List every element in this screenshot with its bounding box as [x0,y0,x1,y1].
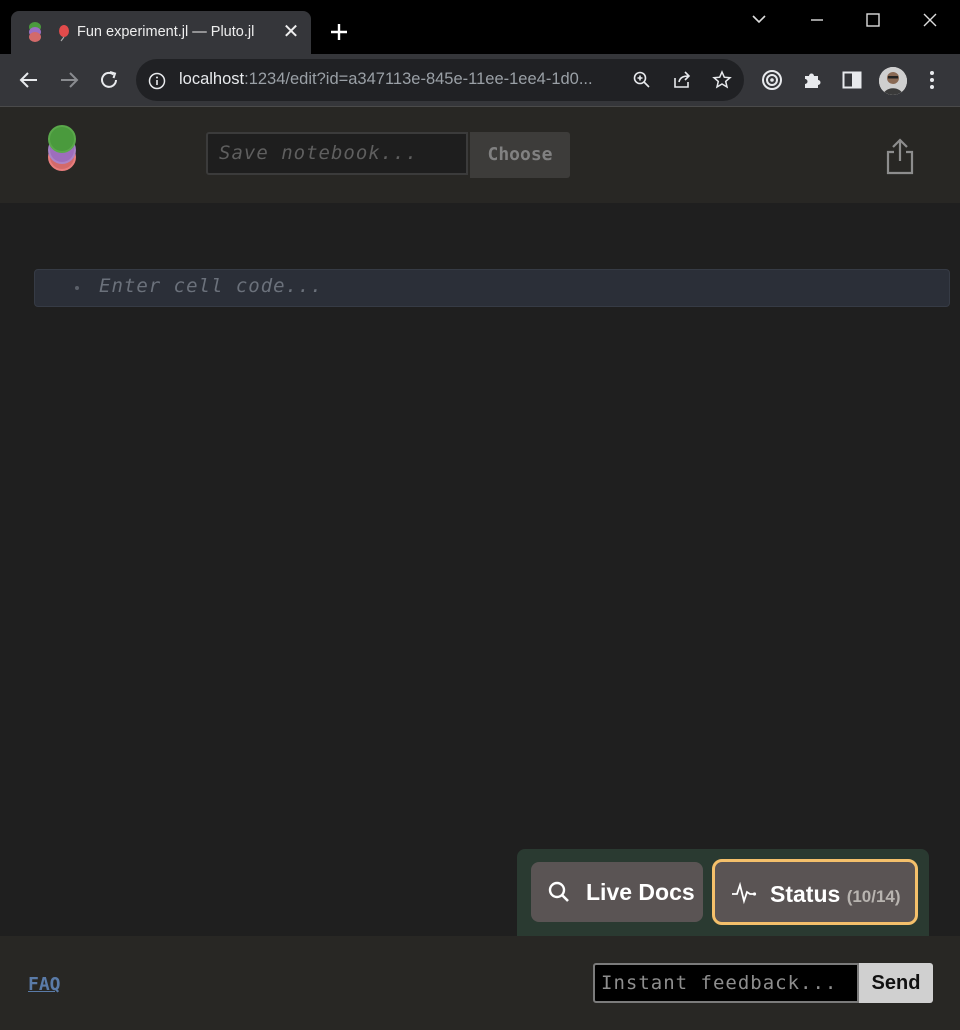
url-text: localhost:1234/edit?id=a347113e-845e-11e… [179,70,593,88]
new-tab-icon[interactable] [326,19,352,45]
export-icon[interactable] [884,137,916,175]
cell-gutter-dot [75,286,79,290]
maximize-icon[interactable] [858,6,888,34]
faq-link[interactable]: FAQ [28,974,61,995]
side-panel-icon[interactable] [840,68,864,92]
pluto-logo-icon[interactable] [46,125,78,189]
forward-icon[interactable] [57,68,81,92]
browser-toolbar: localhost:1234/edit?id=a347113e-845e-11e… [0,54,960,107]
code-cell[interactable]: Enter cell code... [34,269,950,307]
pluto-footer: FAQ Instant feedback... Send [0,936,960,1030]
tab-search-icon[interactable] [744,6,774,34]
live-docs-label: Live Docs [586,879,695,905]
help-panel: Live Docs Status (10/14) [517,849,929,939]
puzzle-icon[interactable] [800,68,824,92]
save-notebook-input[interactable]: Save notebook... [206,132,468,175]
activity-icon [732,881,757,905]
share-page-icon[interactable] [672,70,692,90]
live-docs-button[interactable]: Live Docs [531,862,703,922]
zoom-icon[interactable] [632,70,652,90]
info-icon[interactable] [148,72,166,90]
menu-icon[interactable] [920,68,944,92]
browser-tab-bar: Fun experiment.jl — Pluto.jl ✕ [0,0,960,54]
back-icon[interactable] [17,68,41,92]
pluto-favicon-icon [29,22,41,42]
balloon-icon [59,25,69,42]
feedback-input[interactable]: Instant feedback... [593,963,859,1003]
status-count: (10/14) [846,887,901,906]
tab-close-icon[interactable]: ✕ [279,20,303,44]
extension-icon[interactable] [760,68,784,92]
status-button[interactable]: Status (10/14) [712,859,918,925]
cell-placeholder: Enter cell code... [99,275,323,297]
close-window-icon[interactable] [915,6,945,34]
status-label: Status (10/14) [770,881,901,907]
profile-avatar[interactable] [879,67,907,95]
browser-tab[interactable]: Fun experiment.jl — Pluto.jl ✕ [11,11,311,54]
send-button[interactable]: Send [859,963,933,1003]
choose-button[interactable]: Choose [470,132,570,178]
star-icon[interactable] [712,70,732,90]
minimize-icon[interactable] [802,6,832,34]
pluto-header: Save notebook... Choose [0,107,960,203]
tab-title: Fun experiment.jl — Pluto.jl [77,24,255,40]
search-icon [548,881,569,902]
address-bar[interactable]: localhost:1234/edit?id=a347113e-845e-11e… [136,59,744,101]
reload-icon[interactable] [97,68,121,92]
